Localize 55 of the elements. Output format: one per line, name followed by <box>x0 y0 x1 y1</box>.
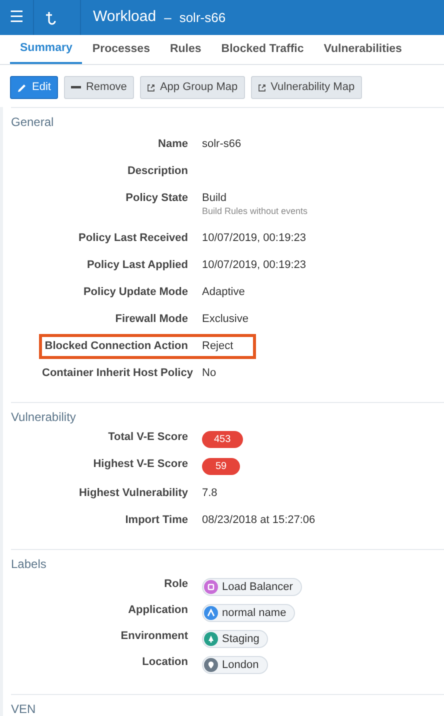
field-label: Highest Vulnerability <box>78 487 189 500</box>
section-heading: VEN <box>11 701 37 716</box>
map-button[interactable]: App Group Map <box>140 76 245 99</box>
field-value: 10/07/2019, 00:19:23 <box>202 232 306 245</box>
field-label: Policy Last Applied <box>86 259 189 272</box>
field-value: 7.8 <box>202 487 218 500</box>
page-subtitle: solr-s66 <box>179 8 226 27</box>
field-value: 08/23/2018 at 15:27:06 <box>202 514 316 527</box>
field-value: solr-s66 <box>202 138 242 151</box>
title-separator: – <box>164 8 172 27</box>
label-chip: London <box>202 656 268 674</box>
tab[interactable]: Blocked Traffic <box>211 35 314 64</box>
field-label: Policy Update Mode <box>82 286 189 299</box>
tab[interactable]: Vulnerabilities <box>314 35 412 64</box>
page-title: Workload <box>93 7 156 28</box>
edit-button[interactable]: Edit <box>10 76 58 99</box>
field-note: Build Rules without events <box>202 205 308 218</box>
menu-button[interactable]: ☰ <box>0 0 34 35</box>
field-label: Role <box>163 578 189 591</box>
pencil-icon <box>17 82 27 92</box>
field-label: Environment <box>120 630 189 643</box>
field-label: Description <box>126 165 189 178</box>
field-label: Highest V-E Score <box>92 458 189 471</box>
tab[interactable]: Rules <box>160 35 212 64</box>
field-label: Location <box>141 656 189 669</box>
field-label: Policy State <box>124 192 189 205</box>
remove-button[interactable]: Remove <box>64 76 134 99</box>
section-heading: Labels <box>11 556 48 572</box>
field-value: Exclusive <box>202 313 248 326</box>
section-heading: General <box>11 114 55 130</box>
field-label: Application <box>127 604 189 617</box>
field-label: Import Time <box>124 514 189 527</box>
field-value: No <box>202 367 216 380</box>
score-badge: 59 <box>202 458 240 475</box>
field-label: Container Inherit Host Policy <box>42 367 194 380</box>
score-badge: 453 <box>202 431 243 448</box>
field-label: Policy Last Received <box>78 232 189 245</box>
field-value: Build <box>202 192 228 205</box>
field-value: Adaptive <box>202 286 245 299</box>
field-label: Name <box>157 138 189 151</box>
external-link-icon <box>146 84 155 92</box>
field-label: Blocked Connection Action <box>44 340 189 353</box>
label-chip: Staging <box>202 630 268 648</box>
field-value: Reject <box>202 340 234 353</box>
field-label: Firewall Mode <box>114 313 189 326</box>
external-link-icon <box>258 84 266 92</box>
label-chip: normal name <box>202 604 296 622</box>
minus-icon <box>70 86 81 89</box>
tab[interactable]: Summary <box>10 35 82 64</box>
tab[interactable]: Processes <box>82 35 160 64</box>
map-button[interactable]: Vulnerability Map <box>250 76 362 99</box>
field-label: Total V-E Score <box>107 431 189 444</box>
field-value: 10/07/2019, 00:19:23 <box>202 259 306 272</box>
section-heading: Vulnerability <box>11 409 77 425</box>
label-chip: Load Balancer <box>202 578 302 596</box>
